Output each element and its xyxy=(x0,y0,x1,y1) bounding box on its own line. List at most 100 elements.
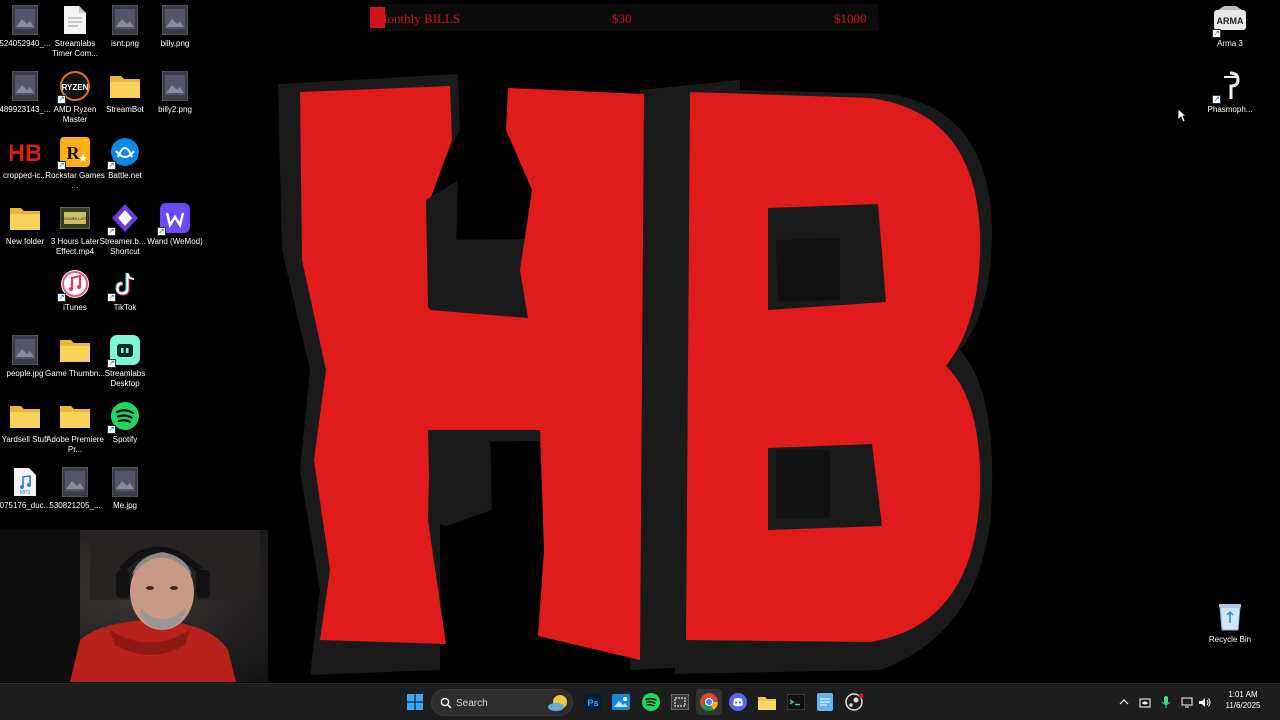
desktop-icon[interactable]: 524052940_... xyxy=(0,4,51,49)
desktop-icon[interactable]: billy.png xyxy=(149,4,201,49)
image-icon xyxy=(109,466,141,498)
desktop-icon[interactable]: Me.jpg xyxy=(99,466,151,511)
nvidia-icon xyxy=(1139,698,1151,708)
desktop-icon[interactable]: Game Thumbn... xyxy=(45,334,105,379)
desktop-icon[interactable]: 530821205_... xyxy=(49,466,101,511)
desktop-icon[interactable]: 489923143_... xyxy=(0,70,51,115)
notepad-icon xyxy=(817,693,833,711)
folder-icon xyxy=(59,400,91,432)
taskbar: Ps 1:01 AM 11/6/2025 xyxy=(0,683,1280,720)
mouse-cursor-icon xyxy=(1177,108,1187,123)
taskbar-app-terminal[interactable] xyxy=(783,689,809,715)
start-button[interactable] xyxy=(402,689,428,715)
desktop-icon[interactable]: RYZEN ↗ AMD Ryzen Master xyxy=(49,70,101,125)
taskbar-clock[interactable]: 1:01 AM 11/6/2025 xyxy=(1215,689,1271,711)
desktop-icon-label: Spotify xyxy=(112,435,138,444)
tiktok-icon: ↗ xyxy=(107,268,141,302)
desktop-icon-label: billy2.png xyxy=(158,105,192,114)
streamlabs-icon: ↗ xyxy=(107,334,141,368)
tray-volume[interactable] xyxy=(1195,693,1213,711)
folder-icon xyxy=(59,334,91,366)
desktop-icon[interactable]: Adobe Premiere Pr... xyxy=(46,400,104,455)
desktop-icon-phasmophobia[interactable]: ↗ Phasmoph... xyxy=(1204,70,1256,115)
photos-icon xyxy=(612,694,630,710)
taskbar-app-chrome[interactable] xyxy=(696,689,722,715)
discord-icon xyxy=(729,693,747,711)
volume-icon xyxy=(1198,697,1210,707)
taskbar-app-file-explorer[interactable] xyxy=(754,689,780,715)
shortcut-arrow-icon: ↗ xyxy=(57,161,66,170)
amd-ryzen-icon: RYZEN ↗ xyxy=(57,70,91,104)
hb-letter-b xyxy=(686,92,981,642)
desktop-icon[interactable]: ↗ Streamer.b... - Shortcut xyxy=(99,202,151,257)
svg-text:RYZEN: RYZEN xyxy=(62,83,89,92)
image-icon xyxy=(9,4,41,36)
folder-icon xyxy=(109,70,141,102)
phasmophobia-icon: ↗ xyxy=(1212,70,1246,104)
taskbar-app-discord[interactable] xyxy=(725,689,751,715)
shortcut-arrow-icon: ↗ xyxy=(107,359,116,368)
taskbar-app-photoshop[interactable]: Ps xyxy=(580,689,606,715)
desktop-icon[interactable]: StreamBot xyxy=(99,70,151,115)
taskbar-app-notepad[interactable] xyxy=(812,689,838,715)
rockstar-icon: R ★ ↗ xyxy=(57,136,91,170)
taskbar-app-snipping-tool[interactable] xyxy=(667,689,693,715)
itunes-icon: ↗ xyxy=(57,268,91,302)
desktop-icon[interactable]: ↗ Spotify xyxy=(99,400,151,445)
audio-file-icon: MP3 xyxy=(9,466,41,498)
desktop-icon[interactable]: R ★ ↗ Rockstar Games ... xyxy=(45,136,105,191)
desktop-icon[interactable]: ↗ Wand (WeMod) xyxy=(147,202,203,247)
desktop-icon-label: Me.jpg xyxy=(112,501,137,510)
tray-nvidia[interactable] xyxy=(1136,693,1154,711)
desktop-icon[interactable]: MP3 075176_duc... xyxy=(0,466,51,511)
spotify-icon: ↗ xyxy=(107,400,141,434)
desktop-icon[interactable]: Streamlabs Timer Com... xyxy=(49,4,101,59)
chrome-icon xyxy=(700,693,718,711)
document-icon xyxy=(59,4,91,36)
microphone-icon xyxy=(1161,695,1171,708)
tray-overflow-button[interactable] xyxy=(1115,693,1133,711)
desktop-icon[interactable]: 3 HOURS LATER 3 Hours Later Effect.mp4 xyxy=(49,202,101,257)
desktop-icon[interactable]: ↗ Battle.net xyxy=(99,136,151,181)
desktop-icon-label: billy.png xyxy=(160,39,190,48)
desktop-icon-recycle-bin[interactable]: Recycle Bin xyxy=(1204,600,1256,645)
desktop-icon-arma3[interactable]: ARMA ↗ Arma 3 xyxy=(1204,4,1256,49)
taskbar-app-photos[interactable] xyxy=(608,689,634,715)
clock-date: 11/6/2025 xyxy=(1225,701,1261,710)
desktop-icon[interactable]: Yardsell Stuff xyxy=(0,400,51,445)
desktop-icon[interactable]: ↗ TikTok xyxy=(99,268,151,313)
battlenet-icon: ↗ xyxy=(107,136,141,170)
shortcut-arrow-icon: ↗ xyxy=(107,293,116,302)
taskbar-search-box[interactable] xyxy=(431,689,573,716)
desktop-icon[interactable]: people.jpg xyxy=(0,334,51,379)
desktop-icon[interactable]: ↗ Streamlabs Desktop xyxy=(99,334,151,389)
svg-text:MP3: MP3 xyxy=(20,490,31,496)
video-icon: 3 HOURS LATER xyxy=(59,202,91,234)
taskbar-app-spotify[interactable] xyxy=(638,689,664,715)
image-icon xyxy=(109,4,141,36)
shortcut-arrow-icon: ↗ xyxy=(57,95,66,104)
taskbar-app-steam[interactable] xyxy=(841,689,867,715)
recycle-bin-icon xyxy=(1214,600,1246,632)
desktop-icon-label: Recycle Bin xyxy=(1208,635,1252,644)
svg-text:HB: HB xyxy=(10,140,40,165)
image-icon xyxy=(9,70,41,102)
search-icon xyxy=(440,697,452,709)
search-input[interactable] xyxy=(456,695,546,711)
desktop-icon[interactable]: New folder xyxy=(0,202,51,247)
desktop-icon-label: TikTok xyxy=(113,303,137,312)
hb-logo-wallpaper xyxy=(278,74,993,675)
goal-target: $1000 xyxy=(834,11,867,26)
desktop-icon[interactable]: billy2.png xyxy=(149,70,201,115)
tray-microphone[interactable] xyxy=(1157,693,1175,711)
wand-icon: ↗ xyxy=(157,202,191,236)
chevron-up-icon xyxy=(1119,699,1129,705)
svg-text:ARMA: ARMA xyxy=(1217,16,1244,26)
desktop-icon[interactable]: isnt.png xyxy=(99,4,151,49)
desktop-icon[interactable]: HB cropped-ic... xyxy=(0,136,51,181)
tray-network[interactable] xyxy=(1178,693,1196,711)
image-icon xyxy=(59,466,91,498)
shortcut-arrow-icon: ↗ xyxy=(157,227,166,236)
desktop-icon[interactable]: ↗ iTunes xyxy=(49,268,101,313)
desktop-icon-label: Battle.net xyxy=(108,171,142,180)
